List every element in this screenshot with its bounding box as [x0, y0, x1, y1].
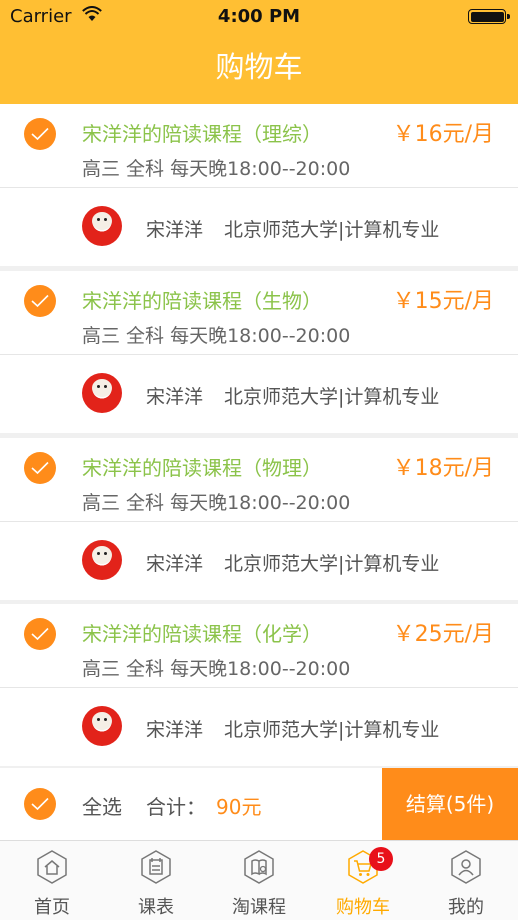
nav-bar: 购物车: [0, 34, 518, 104]
course-title: 宋洋洋的陪读课程（生物）: [82, 289, 322, 313]
teacher-row[interactable]: 宋洋洋 北京师范大学|计算机专业: [0, 188, 518, 266]
tab-home[interactable]: 首页: [0, 841, 104, 920]
teacher-avatar: [82, 206, 122, 246]
teacher-avatar: [82, 373, 122, 413]
clock: 4:00 PM: [217, 6, 301, 27]
course-price: ￥25元/月: [392, 622, 494, 647]
checkout-button[interactable]: 结算(5件): [382, 768, 518, 840]
course-schedule: 高三 全科 每天晚18:00--20:00: [82, 658, 351, 680]
checkout-bar: 全选 合计： 90元 结算(5件): [0, 768, 518, 840]
cart-item-header[interactable]: 宋洋洋的陪读课程（理综） ￥16元/月 高三 全科 每天晚18:00--20:0…: [0, 104, 518, 188]
teacher-school: 北京师范大学|计算机专业: [224, 386, 440, 408]
course-search-icon: [244, 850, 274, 884]
teacher-row[interactable]: 宋洋洋 北京师范大学|计算机专业: [0, 355, 518, 433]
teacher-name: 宋洋洋: [146, 719, 204, 741]
tab-cart[interactable]: 5 购物车: [311, 841, 415, 920]
course-schedule: 高三 全科 每天晚18:00--20:00: [82, 158, 351, 180]
course-price: ￥18元/月: [392, 456, 494, 481]
teacher-name: 宋洋洋: [146, 386, 204, 408]
course-title: 宋洋洋的陪读课程（物理）: [82, 456, 322, 480]
course-title: 宋洋洋的陪读课程（化学）: [82, 622, 322, 646]
cart-item-header[interactable]: 宋洋洋的陪读课程（生物） ￥15元/月 高三 全科 每天晚18:00--20:0…: [0, 271, 518, 355]
profile-icon: [451, 850, 481, 884]
home-icon: [37, 850, 67, 884]
cart-badge: 5: [369, 847, 393, 871]
tab-bar: 首页 课表 淘课程 5 购物车 我的: [0, 840, 518, 920]
battery-icon: [468, 9, 510, 24]
tab-label: 淘课程: [232, 897, 286, 918]
cart-item: 宋洋洋的陪读课程（生物） ￥15元/月 高三 全科 每天晚18:00--20:0…: [0, 271, 518, 433]
select-all-label[interactable]: 全选: [82, 791, 122, 820]
course-schedule: 高三 全科 每天晚18:00--20:00: [82, 325, 351, 347]
teacher-avatar: [82, 540, 122, 580]
tab-label: 我的: [448, 897, 484, 918]
course-schedule: 高三 全科 每天晚18:00--20:00: [82, 492, 351, 514]
course-price: ￥16元/月: [392, 122, 494, 147]
select-all-checkbox[interactable]: [24, 788, 56, 820]
cart-item: 宋洋洋的陪读课程（理综） ￥16元/月 高三 全科 每天晚18:00--20:0…: [0, 104, 518, 266]
cart-item-header[interactable]: 宋洋洋的陪读课程（化学） ￥25元/月 高三 全科 每天晚18:00--20:0…: [0, 604, 518, 688]
item-checkbox[interactable]: [24, 618, 56, 650]
cart-item: 宋洋洋的陪读课程（物理） ￥18元/月 高三 全科 每天晚18:00--20:0…: [0, 438, 518, 600]
course-price: ￥15元/月: [392, 289, 494, 314]
tab-label: 首页: [34, 897, 70, 918]
tab-courses[interactable]: 淘课程: [207, 841, 311, 920]
item-checkbox[interactable]: [24, 285, 56, 317]
total-label: 合计：: [146, 795, 206, 819]
page-title: 购物车: [215, 50, 303, 84]
teacher-row[interactable]: 宋洋洋 北京师范大学|计算机专业: [0, 688, 518, 766]
cart-item: 宋洋洋的陪读课程（化学） ￥25元/月 高三 全科 每天晚18:00--20:0…: [0, 604, 518, 766]
course-title: 宋洋洋的陪读课程（理综）: [82, 122, 322, 146]
teacher-name: 宋洋洋: [146, 553, 204, 575]
teacher-school: 北京师范大学|计算机专业: [224, 719, 440, 741]
teacher-school: 北京师范大学|计算机专业: [224, 553, 440, 575]
status-bar: Carrier 4:00 PM: [0, 0, 518, 34]
tab-schedule[interactable]: 课表: [104, 841, 208, 920]
teacher-avatar: [82, 706, 122, 746]
teacher-name: 宋洋洋: [146, 219, 204, 241]
teacher-row[interactable]: 宋洋洋 北京师范大学|计算机专业: [0, 522, 518, 600]
cart-item-header[interactable]: 宋洋洋的陪读课程（物理） ￥18元/月 高三 全科 每天晚18:00--20:0…: [0, 438, 518, 522]
tab-label: 购物车: [336, 897, 390, 918]
tab-profile[interactable]: 我的: [414, 841, 518, 920]
item-checkbox[interactable]: [24, 118, 56, 150]
schedule-icon: [141, 850, 171, 884]
total-value: 90元: [216, 795, 262, 819]
tab-label: 课表: [138, 897, 174, 918]
teacher-school: 北京师范大学|计算机专业: [224, 219, 440, 241]
item-checkbox[interactable]: [24, 452, 56, 484]
